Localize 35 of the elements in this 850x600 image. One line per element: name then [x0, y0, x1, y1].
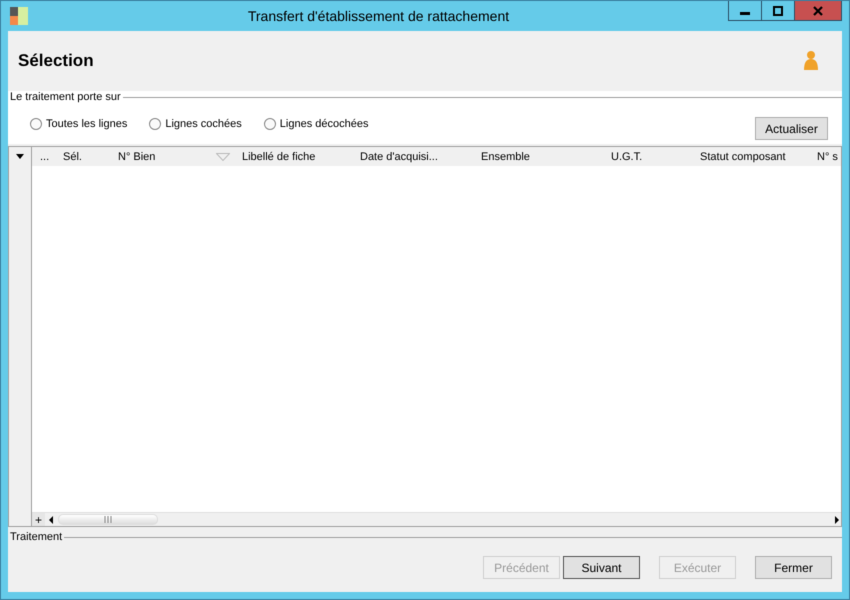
- user-icon: [802, 50, 820, 72]
- column-header[interactable]: U.G.T.: [611, 150, 642, 162]
- scroll-right-icon[interactable]: [832, 514, 841, 524]
- radio-option[interactable]: Lignes décochées: [264, 118, 368, 130]
- action-button[interactable]: Suivant: [563, 556, 640, 579]
- minimize-icon: [740, 12, 750, 15]
- page-title: Sélection: [18, 51, 94, 71]
- window-title: Transfert d'établissement de rattachement: [246, 8, 510, 24]
- column-header[interactable]: Ensemble: [481, 150, 530, 162]
- app-icon: [10, 7, 28, 25]
- close-button[interactable]: [794, 1, 842, 21]
- close-icon: [813, 6, 823, 16]
- radio-option[interactable]: Toutes les lignes: [30, 118, 128, 130]
- grip-icon: [104, 516, 112, 523]
- refresh-button[interactable]: Actualiser: [755, 117, 828, 140]
- column-header[interactable]: Statut composant: [700, 150, 786, 162]
- column-header[interactable]: Sél.: [63, 150, 82, 162]
- minimize-button[interactable]: [728, 1, 762, 21]
- column-header[interactable]: Date d'acquisi...: [360, 150, 438, 162]
- maximize-icon: [773, 6, 783, 16]
- scroll-left-icon[interactable]: [47, 514, 56, 524]
- radio-button[interactable]: [149, 118, 162, 130]
- action-button[interactable]: Fermer: [755, 556, 832, 579]
- radio-button[interactable]: [30, 118, 42, 130]
- column-header[interactable]: N° Bien: [118, 150, 156, 162]
- group-legend: Traitement: [8, 531, 64, 543]
- radio-option[interactable]: Lignes cochées: [149, 118, 242, 130]
- dropdown-arrow-icon[interactable]: [16, 154, 24, 159]
- column-header[interactable]: Libellé de fiche: [242, 150, 316, 162]
- add-button[interactable]: +: [32, 513, 45, 526]
- scrollbar-thumb[interactable]: [58, 514, 158, 525]
- column-header[interactable]: N° s: [817, 150, 838, 162]
- radio-button[interactable]: [264, 118, 276, 130]
- group-legend: Le traitement porte sur: [8, 91, 123, 103]
- column-header[interactable]: ...: [40, 150, 50, 162]
